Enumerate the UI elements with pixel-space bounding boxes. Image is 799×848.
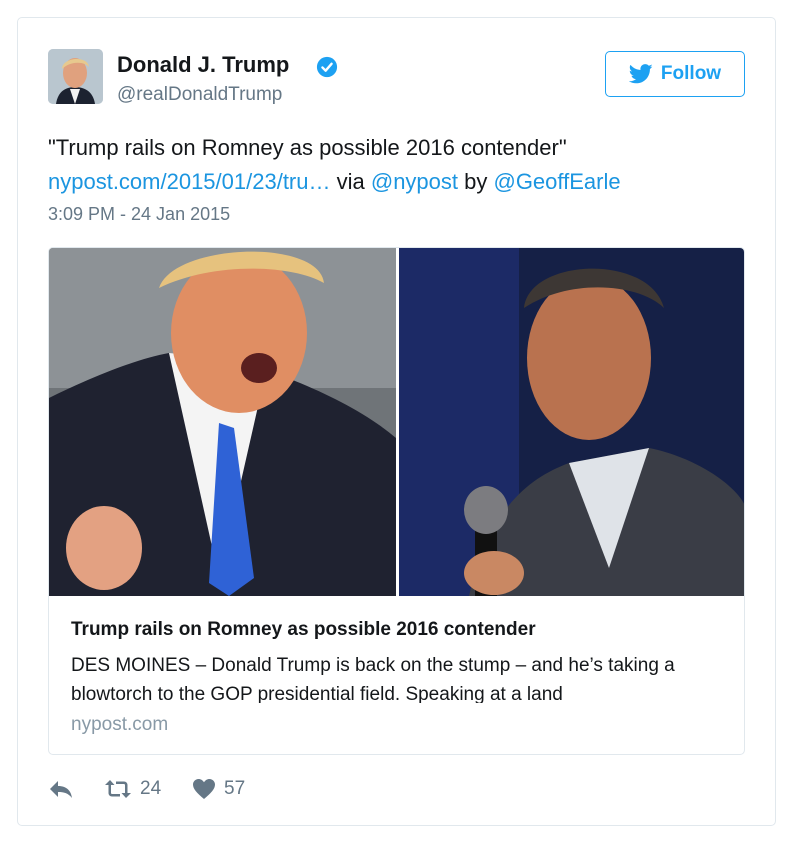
author-handle-link[interactable]: @GeoffEarle xyxy=(493,169,620,194)
reply-button[interactable] xyxy=(48,778,74,800)
retweet-count: 24 xyxy=(140,778,162,799)
avatar-image xyxy=(48,49,103,104)
follow-label: Follow xyxy=(660,63,722,84)
verified-badge-icon xyxy=(316,56,338,78)
reply-icon xyxy=(50,781,72,798)
tweet-timestamp[interactable]: 3:09 PM - 24 Jan 2015 xyxy=(48,204,230,225)
heart-icon xyxy=(193,779,215,799)
card-title: Trump rails on Romney as possible 2016 c… xyxy=(71,619,536,640)
retweet-icon xyxy=(105,780,131,798)
avatar[interactable] xyxy=(48,49,103,104)
follow-button[interactable]: Follow xyxy=(605,51,745,97)
user-handle[interactable]: @realDonaldTrump xyxy=(117,84,282,106)
retweet-button[interactable]: 24 xyxy=(104,778,161,800)
card-image xyxy=(49,248,744,596)
twitter-bird-icon xyxy=(628,64,653,84)
like-button[interactable]: 57 xyxy=(192,778,245,800)
tweet-link-line: nypost.com/2015/01/23/tru… via @nypost b… xyxy=(48,165,748,199)
article-link[interactable]: nypost.com/2015/01/23/tru… xyxy=(48,169,331,194)
via-text: via xyxy=(330,169,371,194)
via-handle-link[interactable]: @nypost xyxy=(371,169,458,194)
card-description: DES MOINES – Donald Trump is back on the… xyxy=(71,655,675,703)
tweet-quote: "Trump rails on Romney as possible 2016 … xyxy=(48,135,567,160)
link-preview-card[interactable]: Trump rails on Romney as possible 2016 c… xyxy=(48,247,745,755)
display-name[interactable]: Donald J. Trump xyxy=(117,52,289,78)
card-domain: nypost.com xyxy=(71,714,169,735)
by-text: by xyxy=(458,169,494,194)
tweet-text: "Trump rails on Romney as possible 2016 … xyxy=(48,131,748,199)
like-count: 57 xyxy=(224,778,246,799)
